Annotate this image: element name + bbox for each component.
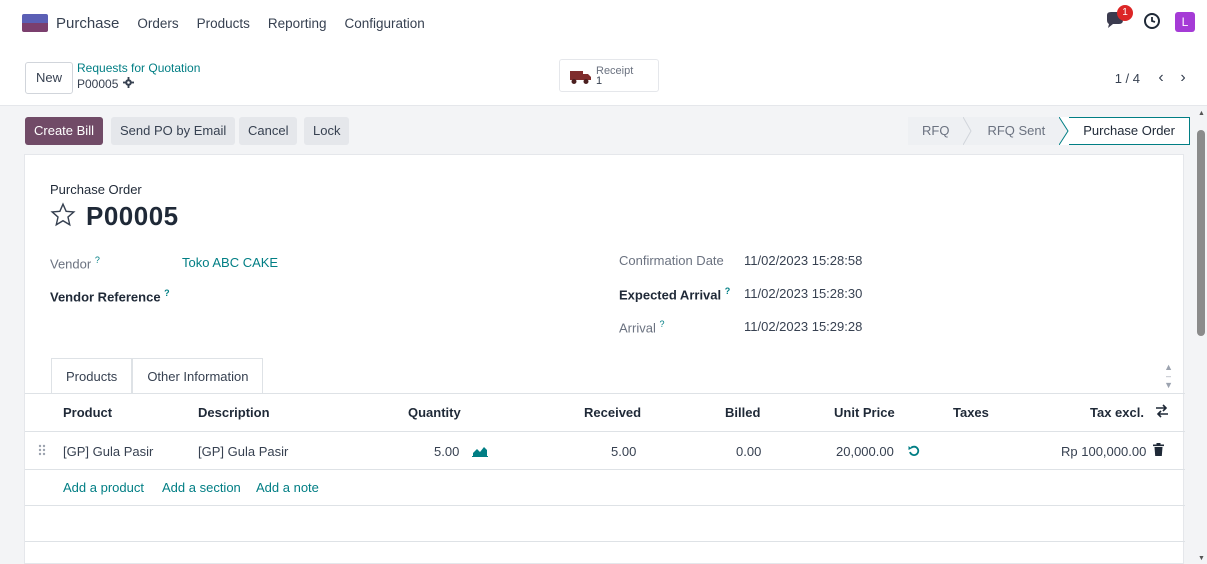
help-icon[interactable]: ?: [164, 288, 170, 298]
create-bill-button[interactable]: Create Bill: [25, 117, 103, 145]
table-scroll-arrows-icon[interactable]: ▲ – ▼: [1164, 363, 1173, 390]
column-settings-icon[interactable]: [1155, 404, 1169, 421]
receipt-smart-button[interactable]: Receipt 1: [559, 59, 659, 92]
pager-previous-icon[interactable]: ‹: [1150, 69, 1172, 87]
cell-unit-price[interactable]: 20,000.00: [836, 444, 894, 459]
column-received[interactable]: Received: [584, 405, 641, 420]
status-bar: RFQ RFQ Sent Purchase Order: [907, 117, 1190, 145]
help-icon[interactable]: ?: [659, 319, 664, 329]
trash-icon[interactable]: [1153, 443, 1164, 459]
page-scrollbar[interactable]: ▲ ▼: [1195, 106, 1207, 564]
menu-configuration[interactable]: Configuration: [344, 16, 424, 31]
truck-icon: [570, 69, 592, 88]
forecast-chart-icon[interactable]: [472, 445, 488, 460]
control-panel: New Requests for Quotation P00005 Receip…: [0, 46, 1207, 106]
form-subtitle: Purchase Order: [50, 182, 142, 197]
stage-separator-icon: [963, 117, 974, 145]
cell-product[interactable]: [GP] Gula Pasir: [63, 444, 153, 459]
cell-subtotal: Rp 100,000.00: [1061, 444, 1147, 459]
scroll-up-icon[interactable]: ▲: [1198, 110, 1205, 117]
column-billed[interactable]: Billed: [725, 405, 760, 420]
send-po-email-button[interactable]: Send PO by Email: [111, 117, 236, 145]
expected-arrival-field[interactable]: 11/02/2023 15:28:30: [744, 286, 862, 301]
column-product[interactable]: Product: [63, 405, 112, 420]
gear-icon[interactable]: [123, 77, 135, 91]
column-tax-excl[interactable]: Tax excl.: [1090, 405, 1144, 420]
reset-price-icon[interactable]: [908, 445, 920, 460]
drag-handle-icon[interactable]: [38, 444, 46, 459]
clock-icon[interactable]: [1143, 12, 1161, 33]
pager-value[interactable]: 1 / 4: [1115, 71, 1140, 86]
cancel-button[interactable]: Cancel: [239, 117, 298, 145]
arrival-label: Arrival ?: [619, 319, 665, 336]
form-sheet: Purchase Order P00005 Vendor ? Toko ABC …: [24, 154, 1185, 564]
table-row[interactable]: [GP] Gula Pasir [GP] Gula Pasir 5.00 5.0…: [25, 432, 1185, 470]
add-note-link[interactable]: Add a note: [256, 480, 319, 495]
menu-products[interactable]: Products: [197, 16, 250, 31]
empty-row: [25, 506, 1185, 542]
action-bar: Create Bill Send PO by Email Cancel Lock…: [12, 106, 1196, 154]
column-unit-price[interactable]: Unit Price: [834, 405, 895, 420]
chat-badge: 1: [1117, 5, 1133, 21]
lock-button[interactable]: Lock: [304, 117, 350, 145]
stage-rfq[interactable]: RFQ: [907, 117, 964, 145]
tab-products[interactable]: Products: [51, 358, 133, 394]
help-icon[interactable]: ?: [95, 255, 100, 265]
expected-arrival-label: Expected Arrival ?: [619, 286, 731, 303]
add-product-link[interactable]: Add a product: [63, 480, 144, 495]
stage-purchase-order[interactable]: Purchase Order: [1069, 117, 1190, 145]
top-navbar: Purchase Orders Products Reporting Confi…: [0, 0, 1207, 46]
vendor-field[interactable]: Toko ABC CAKE: [182, 255, 278, 270]
confirmation-date-label: Confirmation Date: [619, 253, 724, 268]
stage-separator-icon: [1059, 117, 1070, 145]
breadcrumb: P00005: [77, 77, 135, 91]
arrival-field[interactable]: 11/02/2023 15:29:28: [744, 319, 862, 334]
add-section-link[interactable]: Add a section: [162, 480, 241, 495]
order-name: P00005: [86, 201, 179, 231]
cell-quantity[interactable]: 5.00: [434, 444, 459, 459]
cell-billed[interactable]: 0.00: [736, 444, 761, 459]
menu-orders[interactable]: Orders: [137, 16, 178, 31]
avatar[interactable]: L: [1175, 12, 1195, 32]
add-line-row: Add a product Add a section Add a note: [25, 470, 1185, 506]
new-button[interactable]: New: [25, 62, 74, 94]
table-header: Product Description Quantity Received Bi…: [25, 394, 1185, 432]
pager: 1 / 4 ‹ ›: [1115, 69, 1194, 87]
vendor-label: Vendor ?: [50, 255, 100, 272]
help-icon[interactable]: ?: [725, 286, 731, 296]
breadcrumb-current: P00005: [77, 77, 119, 91]
star-icon[interactable]: [50, 202, 76, 231]
column-quantity[interactable]: Quantity: [408, 405, 461, 420]
scrollbar-thumb[interactable]: [1197, 130, 1205, 336]
notebook-tabs: Products Other Information: [51, 358, 264, 394]
tab-other-information[interactable]: Other Information: [132, 358, 264, 394]
receipt-count: 1: [596, 75, 603, 87]
column-taxes[interactable]: Taxes: [953, 405, 989, 420]
vendor-reference-label: Vendor Reference ?: [50, 288, 170, 305]
purchase-app-icon[interactable]: [22, 14, 48, 32]
pager-next-icon[interactable]: ›: [1172, 69, 1194, 87]
chat-icon[interactable]: 1: [1105, 5, 1133, 33]
confirmation-date-field[interactable]: 11/02/2023 15:28:58: [744, 253, 862, 268]
cell-received[interactable]: 5.00: [611, 444, 636, 459]
scroll-down-icon[interactable]: ▼: [1198, 555, 1205, 562]
app-name[interactable]: Purchase: [56, 15, 119, 32]
breadcrumb-parent[interactable]: Requests for Quotation: [77, 61, 200, 75]
page-title: P00005: [50, 201, 179, 232]
menu-reporting[interactable]: Reporting: [268, 16, 327, 31]
column-description[interactable]: Description: [198, 405, 270, 420]
cell-description[interactable]: [GP] Gula Pasir: [198, 444, 288, 459]
stage-rfq-sent[interactable]: RFQ Sent: [973, 117, 1060, 145]
